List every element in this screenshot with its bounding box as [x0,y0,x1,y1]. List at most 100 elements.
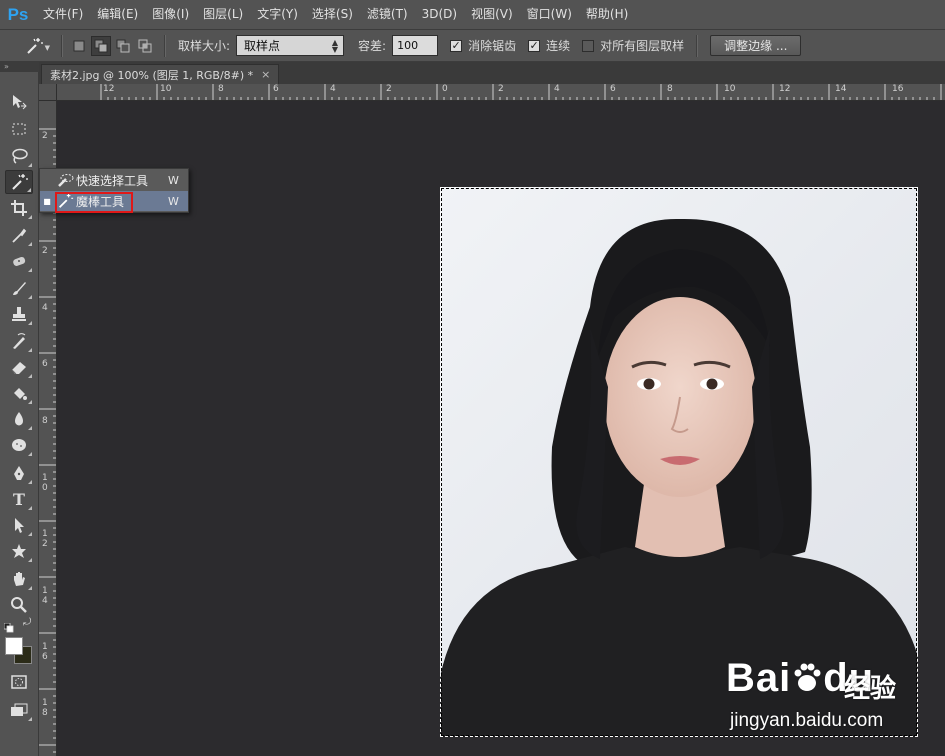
arrow-pointer-icon [15,518,24,533]
refine-edge-button[interactable]: 调整边缘 ... [710,35,802,56]
paint-bucket-icon [14,388,27,400]
ps-logo: Ps [7,4,29,24]
ruler-label: 8 [42,416,48,426]
add-to-selection-button[interactable] [91,35,111,56]
menu-image[interactable]: 图像(I) [145,0,196,29]
lasso-tool[interactable] [5,144,33,168]
chevron-down-icon: ▼ [44,43,50,52]
clone-stamp-tool[interactable] [5,302,33,326]
dodge-tool[interactable] [5,433,33,457]
blur-tool[interactable] [5,407,33,431]
pen-tool[interactable] [5,461,33,485]
menu-filter[interactable]: 滤镜(T) [360,0,415,29]
ruler-label: 8 [218,84,224,94]
menu-file[interactable]: 文件(F) [36,0,90,29]
rect-marquee-icon [12,123,26,135]
lasso-icon [12,148,28,164]
quick-mask-button[interactable] [5,670,33,694]
ruler-label: 6 [610,84,616,94]
subtract-selection-icon [116,39,130,52]
type-tool[interactable]: T [5,487,33,511]
path-selection-tool[interactable] [5,513,33,537]
anti-alias-label: 消除锯齿 [468,39,517,53]
menu-type[interactable]: 文字(Y) [250,0,305,29]
menu-3d[interactable]: 3D(D) [415,0,464,29]
custom-shape-tool[interactable] [5,539,33,563]
ruler-label: 1 6 [42,642,48,662]
ruler-label: 10 [724,84,736,94]
menu-layer[interactable]: 图层(L) [196,0,250,29]
contiguous-label: 连续 [546,39,571,53]
submenu-triangle-icon [28,452,32,456]
magnifier-icon [11,597,27,613]
anti-alias-checkbox[interactable]: ✓ 消除锯齿 [450,37,516,54]
submenu-triangle-icon [28,242,32,246]
bandage-icon [13,256,26,266]
submenu-triangle-icon [28,558,32,562]
submenu-triangle-icon [27,188,31,192]
paint-bucket-tool[interactable] [5,381,33,405]
flyout-item-quick-selection[interactable]: 快速选择工具 W [40,170,188,190]
crop-icon [11,200,27,216]
divider [696,34,698,57]
move-tool[interactable] [5,90,33,114]
ruler-origin[interactable] [39,84,57,101]
tolerance-input[interactable]: 100 [392,35,439,56]
sponge-icon [12,439,26,451]
menu-edit[interactable]: 编辑(E) [90,0,145,29]
quick-mask-icon [11,675,27,689]
menu-help[interactable]: 帮助(H) [579,0,635,29]
submenu-triangle-icon [28,374,32,378]
sample-size-select[interactable]: 取样点 ▲ ▼ [236,35,345,56]
ruler-label: 0 [442,84,448,94]
submenu-triangle-icon [28,348,32,352]
menu-window[interactable]: 窗口(W) [520,0,579,29]
paw-icon [794,663,821,691]
default-colors-icon[interactable] [3,618,14,633]
photoshop-window: Ps 文件(F) 编辑(E) 图像(I) 图层(L) 文字(Y) 选择(S) 滤… [0,0,945,756]
watermark-url: jingyan.baidu.com [730,710,884,731]
close-icon[interactable]: × [261,68,270,81]
ruler-label: 2 [42,246,48,256]
tool-preset-picker[interactable]: ▼ [14,32,54,60]
ruler-label: 12 [779,84,791,94]
foreground-color-swatch[interactable] [5,637,23,655]
submenu-triangle-icon [28,295,32,299]
zoom-tool[interactable] [5,593,33,617]
menu-view[interactable]: 视图(V) [464,0,520,29]
updown-arrows-icon: ▲ ▼ [331,37,339,54]
marquee-tool[interactable] [5,117,33,141]
healing-brush-tool[interactable] [5,249,33,273]
flyout-item-label: 快速选择工具 [76,173,149,188]
document-tab[interactable]: 素材2.jpg @ 100% (图层 1, RGB/8#) * × [41,64,280,84]
drop-icon [15,412,23,426]
watermark-jingyan: 经验 [844,674,897,704]
eyedropper-tool[interactable] [5,223,33,247]
horizontal-ruler[interactable]: 12 10 8 6 4 2 0 2 4 6 8 10 12 14 16 [57,84,945,101]
brush-tool[interactable] [5,276,33,300]
menu-bar: Ps 文件(F) 编辑(E) 图像(I) 图层(L) 文字(Y) 选择(S) 滤… [0,0,945,29]
submenu-triangle-icon [28,163,32,167]
type-t-icon: T [13,489,25,509]
toolbar-collapse-handle[interactable]: » [0,62,39,72]
tool-flyout-menu: 快速选择工具 W ■ 魔棒工具 W [39,168,189,213]
crop-tool[interactable] [5,196,33,220]
ruler-label: 1 0 [42,473,48,493]
magic-wand-tool[interactable] [5,170,33,194]
flyout-item-magic-wand[interactable]: ■ 魔棒工具 W [40,191,188,213]
subtract-from-selection-button[interactable] [113,36,133,56]
hand-tool[interactable] [5,567,33,591]
submenu-triangle-icon [28,506,32,510]
checkmark-icon: ✓ [450,38,463,52]
intersect-selection-button[interactable] [135,36,155,56]
new-selection-button[interactable] [69,36,89,56]
history-brush-tool[interactable] [5,329,33,353]
swap-colors-icon[interactable]: ⤾ [23,617,31,628]
sample-all-layers-checkbox[interactable]: 对所有图层取样 [582,37,684,54]
screen-mode-button[interactable] [5,698,33,722]
menu-select[interactable]: 选择(S) [305,0,360,29]
eraser-tool[interactable] [5,355,33,379]
divider [164,34,165,57]
ruler-label: 4 [42,303,48,313]
contiguous-checkbox[interactable]: ✓ 连续 [528,37,570,54]
